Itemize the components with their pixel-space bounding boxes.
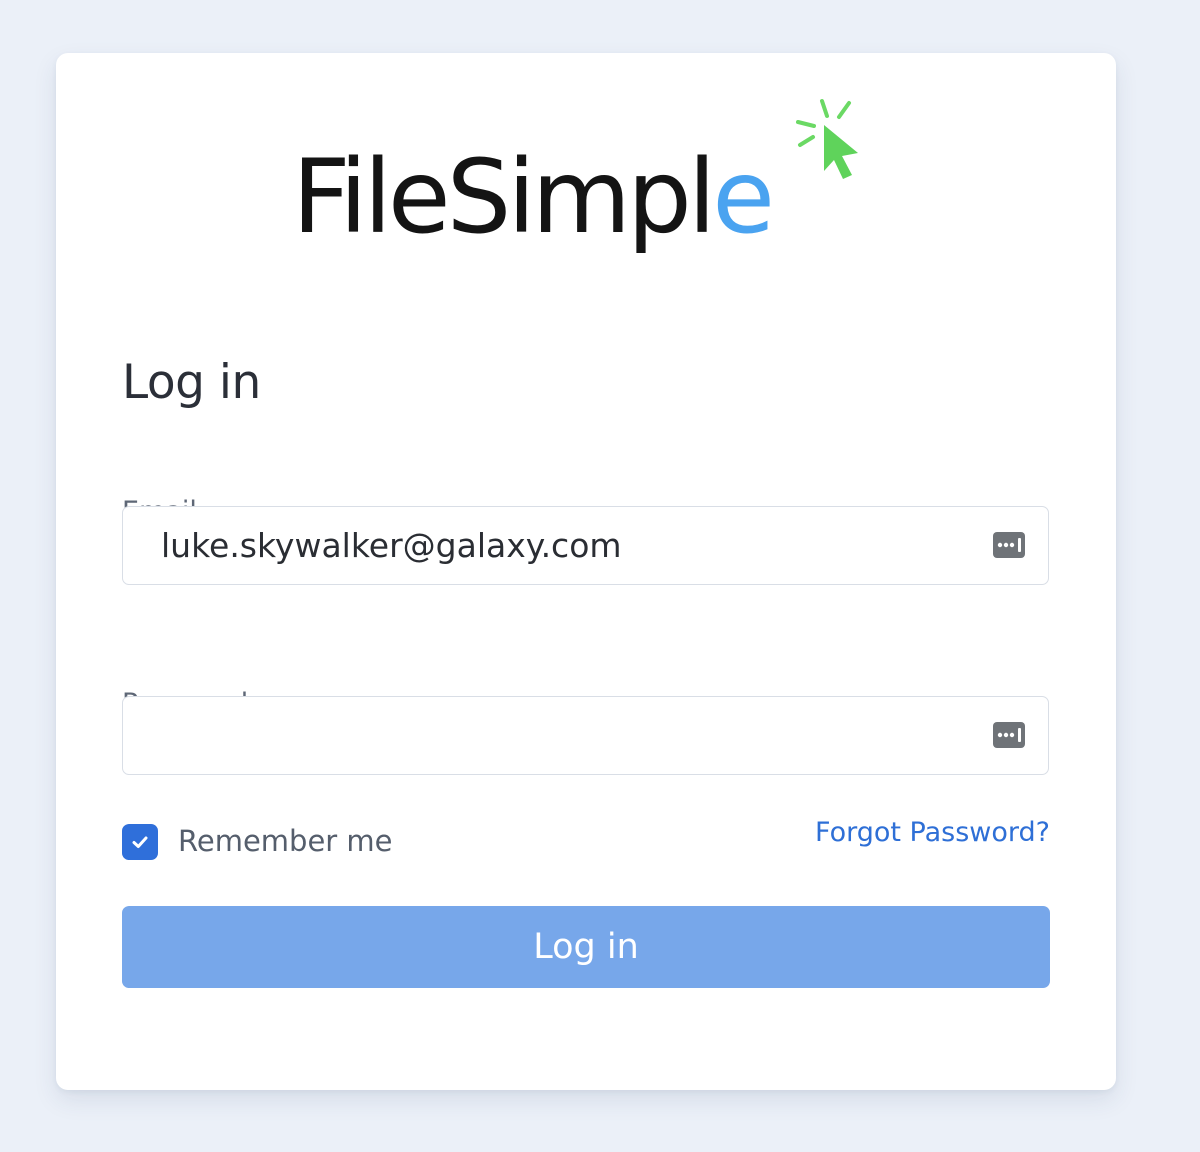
page-title: Log in xyxy=(122,355,261,410)
login-card: FileSimple Log in Email Password xyxy=(56,53,1116,1090)
autofill-key-icon[interactable] xyxy=(992,530,1026,560)
login-button[interactable]: Log in xyxy=(122,906,1050,988)
remember-me-checkbox[interactable] xyxy=(122,824,158,860)
email-field[interactable] xyxy=(123,507,1048,584)
checkmark-icon xyxy=(132,836,148,848)
remember-me-label[interactable]: Remember me xyxy=(178,824,393,858)
email-field-container xyxy=(122,506,1049,585)
cursor-click-icon xyxy=(796,99,858,179)
password-field-container xyxy=(122,696,1049,775)
forgot-password-link[interactable]: Forgot Password? xyxy=(815,817,1050,848)
password-field[interactable] xyxy=(123,697,1048,774)
filesimple-logo: FileSimple xyxy=(286,93,886,303)
autofill-key-icon[interactable] xyxy=(992,720,1026,750)
